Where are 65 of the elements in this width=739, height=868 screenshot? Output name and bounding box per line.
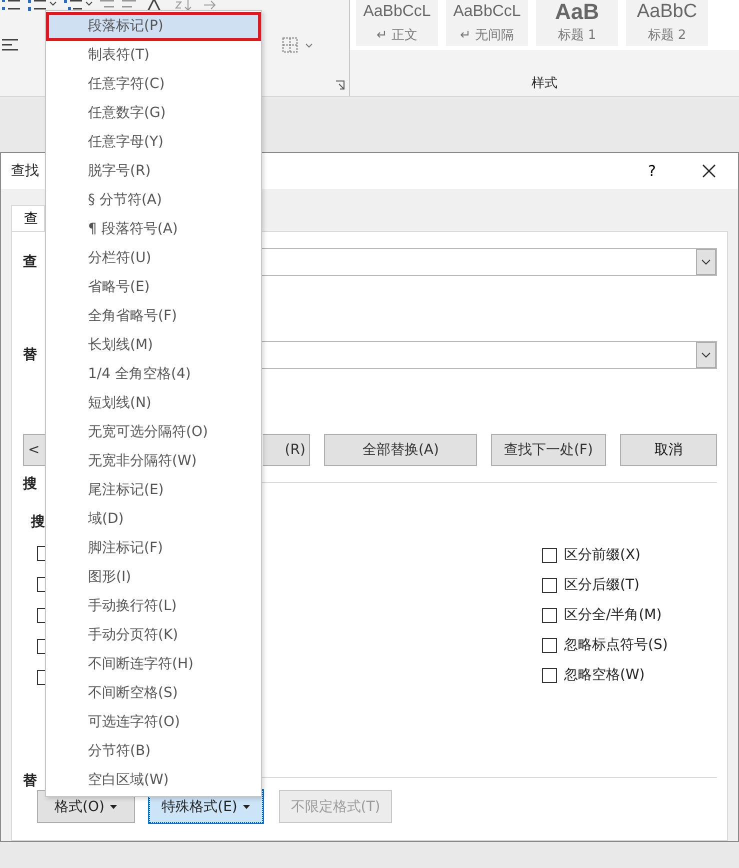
dropdown-icon[interactable] [696,342,716,368]
menu-item[interactable]: 域(D) [46,505,261,534]
checkbox[interactable] [542,608,557,622]
dialog-button[interactable]: 取消 [620,434,717,466]
menu-item[interactable]: ¶ 段落符号(A) [46,215,261,244]
menu-item[interactable]: 省略号(E) [46,273,261,302]
menu-item[interactable]: 段落标记(P) [46,12,261,41]
checkbox-label[interactable]: 区分全/半角(M) [564,606,662,624]
menu-item[interactable]: 任意字符(C) [46,70,261,99]
menu-item[interactable]: 图形(I) [46,563,261,592]
field-label: 替 [23,346,38,364]
menu-item[interactable]: 手动换行符(L) [46,592,261,621]
menu-item[interactable]: 全角省略号(F) [46,302,261,331]
menu-item[interactable]: 1/4 全角空格(4) [46,360,261,389]
checkbox-label[interactable]: 区分后缀(T) [564,576,640,594]
menu-item[interactable]: 无宽可选分隔符(O) [46,418,261,447]
menu-item[interactable]: 分节符(B) [46,737,261,766]
style-tile[interactable]: AaBbC 标题 2 [626,0,708,46]
menu-item[interactable]: 长划线(M) [46,331,261,360]
dialog-button[interactable]: 全部替换(A) [324,434,477,466]
menu-item[interactable]: 脚注标记(F) [46,534,261,563]
help-button[interactable]: ? [648,162,656,180]
field-label: 搜 [31,513,46,531]
checkbox-label[interactable]: 忽略空格(W) [564,666,645,684]
menu-item[interactable]: 短划线(N) [46,389,261,418]
menu-item[interactable]: 脱字号(R) [46,157,261,186]
checkbox[interactable] [542,578,557,592]
menu-item[interactable]: 任意字母(Y) [46,128,261,157]
section-label: 替 [23,772,38,790]
style-tile[interactable]: AaBbCcL ↵ 无间隔 [446,0,528,46]
dialog-button[interactable]: 查找下一处(F) [490,434,606,466]
menu-item[interactable]: 无宽非分隔符(W) [46,447,261,476]
arrow-icon[interactable] [202,0,218,12]
menu-item[interactable]: 不间断连字符(H) [46,650,261,679]
menu-item[interactable]: 分栏符(U) [46,244,261,273]
menu-item[interactable]: 可选连字符(O) [46,708,261,737]
checkbox-label[interactable]: 区分前缀(X) [564,546,641,564]
field-label: 查 [23,253,38,271]
menu-item[interactable]: 不间断空格(S) [46,679,261,708]
menu-item[interactable]: 制表符(T) [46,41,261,70]
dialog-button[interactable]: < [23,434,46,466]
tab[interactable]: 查 [11,205,45,231]
dialog-button[interactable]: (R) [262,434,310,466]
dropdown-icon[interactable] [696,249,716,275]
replace-field[interactable] [261,341,717,369]
bullet-list-icon[interactable] [2,0,22,12]
style-tile[interactable]: AaB 标题 1 [536,0,618,46]
numbered-list-icon[interactable] [28,0,58,12]
checkbox[interactable] [542,548,557,562]
checkbox[interactable] [542,668,557,682]
group-label: 样式 [532,75,558,92]
find-field[interactable] [261,248,717,276]
multilevel-list-icon[interactable] [64,0,94,12]
menu-item[interactable]: 尾注标记(E) [46,476,261,505]
window-title: 查找 [11,162,39,180]
menu-item[interactable]: § 分节符(A) [46,186,261,215]
menu-item[interactable]: 任意数字(G) [46,99,261,128]
menu-item[interactable]: 手动分页符(K) [46,621,261,650]
close-icon[interactable] [702,164,716,178]
dialog-launcher-icon[interactable] [335,80,345,90]
checkbox-label[interactable]: 忽略标点符号(S) [564,636,668,654]
checkbox[interactable] [542,638,557,652]
style-tile[interactable]: AaBbCcL ↵ 正文 [356,0,438,46]
section-label: 搜 [23,475,38,493]
align-left-icon[interactable] [2,38,20,52]
